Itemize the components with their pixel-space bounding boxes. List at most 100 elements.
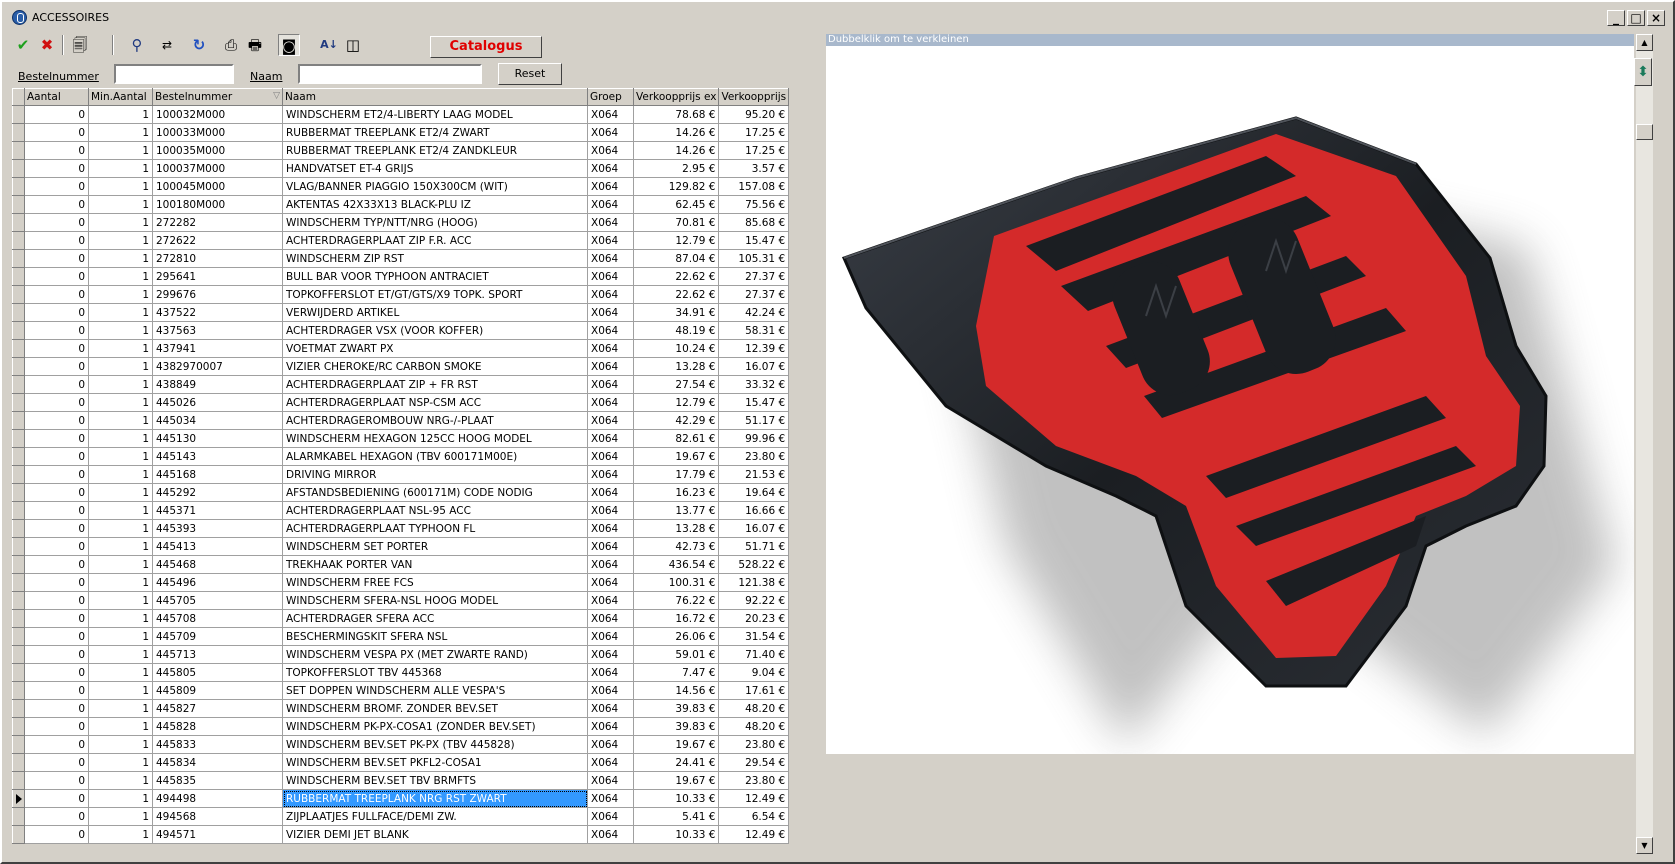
cell-min-aantal[interactable]: 1 xyxy=(88,717,153,736)
cell-aantal[interactable]: 0 xyxy=(24,627,89,646)
row-indicator[interactable] xyxy=(12,321,25,340)
cell-verkoopprijs[interactable]: 17.61 € xyxy=(718,681,790,700)
cell-naam[interactable]: RUBBERMAT TREEPLANK ET2/4 ZWART xyxy=(282,123,588,142)
cell-naam[interactable]: BESCHERMINGSKIT SFERA NSL xyxy=(282,627,588,646)
cell-groep[interactable]: X064 xyxy=(587,303,634,322)
cell-bestelnummer[interactable]: 100045M000 xyxy=(152,177,283,196)
cancel-icon[interactable]: ✖ xyxy=(36,34,58,56)
cell-aantal[interactable]: 0 xyxy=(24,573,89,592)
cell-verkoopprijs[interactable]: 12.49 € xyxy=(718,825,790,844)
cell-verkoopprijs-ex[interactable]: 13.28 € xyxy=(632,357,720,376)
cell-verkoopprijs[interactable]: 3.57 € xyxy=(718,159,790,178)
cell-min-aantal[interactable]: 1 xyxy=(88,303,153,322)
cell-verkoopprijs[interactable]: 20.23 € xyxy=(718,609,790,628)
row-indicator[interactable] xyxy=(12,393,25,412)
cell-groep[interactable]: X064 xyxy=(587,807,634,826)
cell-verkoopprijs-ex[interactable]: 27.54 € xyxy=(632,375,720,394)
cell-bestelnummer[interactable]: 437522 xyxy=(152,303,283,322)
table-row[interactable]: 0 1 295641 BULL BAR VOOR TYPHOON ANTRACIET X… xyxy=(12,267,790,286)
catalogus-button[interactable]: Catalogus xyxy=(430,36,542,58)
cell-naam[interactable]: WINDSCHERM BROMF. ZONDER BEV.SET xyxy=(282,699,588,718)
table-row[interactable]: 0 1 437522 VERWIJDERD ARTIKEL X064 34.91 €42.… xyxy=(12,303,790,322)
cell-aantal[interactable]: 0 xyxy=(24,177,89,196)
cell-min-aantal[interactable]: 1 xyxy=(88,447,153,466)
cell-verkoopprijs[interactable]: 48.20 € xyxy=(718,717,790,736)
cell-verkoopprijs[interactable]: 85.68 € xyxy=(718,213,790,232)
row-indicator[interactable] xyxy=(12,411,25,430)
cell-groep[interactable]: X064 xyxy=(587,123,634,142)
cell-groep[interactable]: X064 xyxy=(587,825,634,844)
cell-groep[interactable]: X064 xyxy=(587,195,634,214)
cell-aantal[interactable]: 0 xyxy=(24,321,89,340)
cell-bestelnummer[interactable]: 100037M000 xyxy=(152,159,283,178)
cell-min-aantal[interactable]: 1 xyxy=(88,141,153,160)
cell-groep[interactable]: X064 xyxy=(587,735,634,754)
cell-bestelnummer[interactable]: 100032M000 xyxy=(152,105,283,124)
cell-verkoopprijs-ex[interactable]: 34.91 € xyxy=(632,303,720,322)
close-button[interactable]: × xyxy=(1647,10,1665,26)
cell-verkoopprijs[interactable]: 23.80 € xyxy=(718,771,790,790)
cell-verkoopprijs[interactable]: 19.64 € xyxy=(718,483,790,502)
cell-min-aantal[interactable]: 1 xyxy=(88,465,153,484)
table-row[interactable]: 0 1 272282 WINDSCHERM TYP/NTT/NRG (HOOG) X06… xyxy=(12,213,790,232)
cell-bestelnummer[interactable]: 437941 xyxy=(152,339,283,358)
cell-naam[interactable]: WINDSCHERM BEV.SET PK-PX (TBV 445828) xyxy=(282,735,588,754)
table-row[interactable]: 0 1 445705 WINDSCHERM SFERA-NSL HOOG MODEL X… xyxy=(12,591,790,610)
table-row[interactable]: 0 1 445809 SET DOPPEN WINDSCHERM ALLE VESPA… xyxy=(12,681,790,700)
row-indicator[interactable] xyxy=(12,501,25,520)
cell-verkoopprijs[interactable]: 15.47 € xyxy=(718,393,790,412)
cell-bestelnummer[interactable]: 100035M000 xyxy=(152,141,283,160)
cell-verkoopprijs[interactable]: 6.54 € xyxy=(718,807,790,826)
cell-min-aantal[interactable]: 1 xyxy=(88,249,153,268)
row-indicator[interactable] xyxy=(12,789,25,808)
cell-naam[interactable]: WINDSCHERM FREE FCS xyxy=(282,573,588,592)
cell-aantal[interactable]: 0 xyxy=(24,447,89,466)
cell-min-aantal[interactable]: 1 xyxy=(88,339,153,358)
cell-naam[interactable]: WINDSCHERM ZIP RST xyxy=(282,249,588,268)
row-indicator[interactable] xyxy=(12,465,25,484)
cell-verkoopprijs[interactable]: 15.47 € xyxy=(718,231,790,250)
cell-naam[interactable]: TOPKOFFERSLOT TBV 445368 xyxy=(282,663,588,682)
image-vertical-scrollbar[interactable]: ▲ ▼ xyxy=(1636,34,1653,854)
cell-min-aantal[interactable]: 1 xyxy=(88,267,153,286)
cell-verkoopprijs-ex[interactable]: 12.79 € xyxy=(632,393,720,412)
row-indicator[interactable] xyxy=(12,357,25,376)
table-row[interactable]: 0 1 445835 WINDSCHERM BEV.SET TBV BRMFTS X06… xyxy=(12,771,790,790)
cell-verkoopprijs-ex[interactable]: 19.67 € xyxy=(632,447,720,466)
cell-min-aantal[interactable]: 1 xyxy=(88,231,153,250)
row-indicator[interactable] xyxy=(12,339,25,358)
cell-naam[interactable]: ALARMKABEL HEXAGON (TBV 600171M00E) xyxy=(282,447,588,466)
cell-naam[interactable]: AFSTANDSBEDIENING (600171M) CODE NODIG xyxy=(282,483,588,502)
cell-verkoopprijs-ex[interactable]: 87.04 € xyxy=(632,249,720,268)
print-preview-icon[interactable]: 🖶 xyxy=(244,34,266,56)
table-row[interactable]: 0 1 445805 TOPKOFFERSLOT TBV 445368 X064 7.47… xyxy=(12,663,790,682)
cell-verkoopprijs[interactable]: 75.56 € xyxy=(718,195,790,214)
binoculars-icon[interactable]: ⚲ xyxy=(126,34,148,56)
cell-bestelnummer[interactable]: 445371 xyxy=(152,501,283,520)
cell-verkoopprijs-ex[interactable]: 48.19 € xyxy=(632,321,720,340)
column-header-naam[interactable]: Naam xyxy=(282,88,588,106)
cell-aantal[interactable]: 0 xyxy=(24,735,89,754)
cell-naam[interactable]: ACHTERDRAGERPLAAT TYPHOON FL xyxy=(282,519,588,538)
cell-aantal[interactable]: 0 xyxy=(24,609,89,628)
scroll-up-icon[interactable]: ▲ xyxy=(1636,34,1653,51)
cell-verkoopprijs[interactable]: 48.20 € xyxy=(718,699,790,718)
table-row[interactable]: 0 1 100033M000 RUBBERMAT TREEPLANK ET2/4 ZW… xyxy=(12,123,790,142)
cell-bestelnummer[interactable]: 100180M000 xyxy=(152,195,283,214)
table-row[interactable]: 0 1 445713 WINDSCHERM VESPA PX (MET ZWARTE … xyxy=(12,645,790,664)
table-row[interactable]: 0 1 445143 ALARMKABEL HEXAGON (TBV 600171M0… xyxy=(12,447,790,466)
cell-verkoopprijs-ex[interactable]: 10.33 € xyxy=(632,825,720,844)
row-indicator[interactable] xyxy=(12,591,25,610)
cell-bestelnummer[interactable]: 445713 xyxy=(152,645,283,664)
table-row[interactable]: 0 1 445827 WINDSCHERM BROMF. ZONDER BEV.SET… xyxy=(12,699,790,718)
cell-verkoopprijs-ex[interactable]: 78.68 € xyxy=(632,105,720,124)
cell-verkoopprijs-ex[interactable]: 2.95 € xyxy=(632,159,720,178)
cell-bestelnummer[interactable]: 445413 xyxy=(152,537,283,556)
cell-naam[interactable]: WINDSCHERM BEV.SET PKFL2-COSA1 xyxy=(282,753,588,772)
cell-verkoopprijs[interactable]: 23.80 € xyxy=(718,735,790,754)
row-indicator[interactable] xyxy=(12,213,25,232)
cell-min-aantal[interactable]: 1 xyxy=(88,105,153,124)
table-row[interactable]: 0 1 445413 WINDSCHERM SET PORTER X064 42.73 €… xyxy=(12,537,790,556)
cell-bestelnummer[interactable]: 445496 xyxy=(152,573,283,592)
cell-verkoopprijs-ex[interactable]: 59.01 € xyxy=(632,645,720,664)
